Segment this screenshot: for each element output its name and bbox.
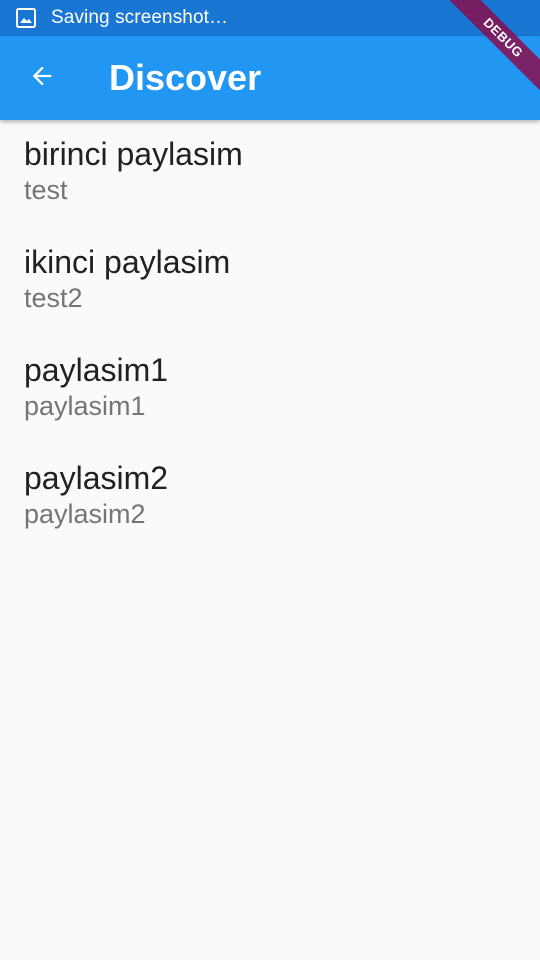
list-item-title: birinci paylasim [24, 136, 243, 172]
status-bar: Saving screenshot… [0, 0, 540, 36]
list-item-subtitle: test2 [24, 283, 83, 313]
list-item[interactable]: ikinci paylasim test2 [0, 228, 540, 336]
status-text: Saving screenshot… [51, 7, 229, 28]
page-title: Discover [109, 57, 262, 98]
list-item[interactable]: paylasim1 paylasim1 [0, 336, 540, 444]
list-item-subtitle: paylasim2 [24, 499, 146, 529]
back-button[interactable] [14, 50, 70, 106]
list-item-subtitle: test [24, 175, 68, 205]
image-icon [16, 8, 36, 28]
app-bar: Discover [0, 36, 540, 120]
list-item[interactable]: paylasim2 paylasim2 [0, 444, 540, 552]
list-item-title: paylasim2 [24, 460, 169, 496]
post-list: birinci paylasim test ikinci paylasim te… [0, 120, 540, 552]
arrow-back-icon [28, 62, 56, 95]
list-item-title: ikinci paylasim [24, 244, 231, 280]
list-item-subtitle: paylasim1 [24, 391, 146, 421]
list-item-title: paylasim1 [24, 352, 169, 388]
list-item[interactable]: birinci paylasim test [0, 120, 540, 228]
